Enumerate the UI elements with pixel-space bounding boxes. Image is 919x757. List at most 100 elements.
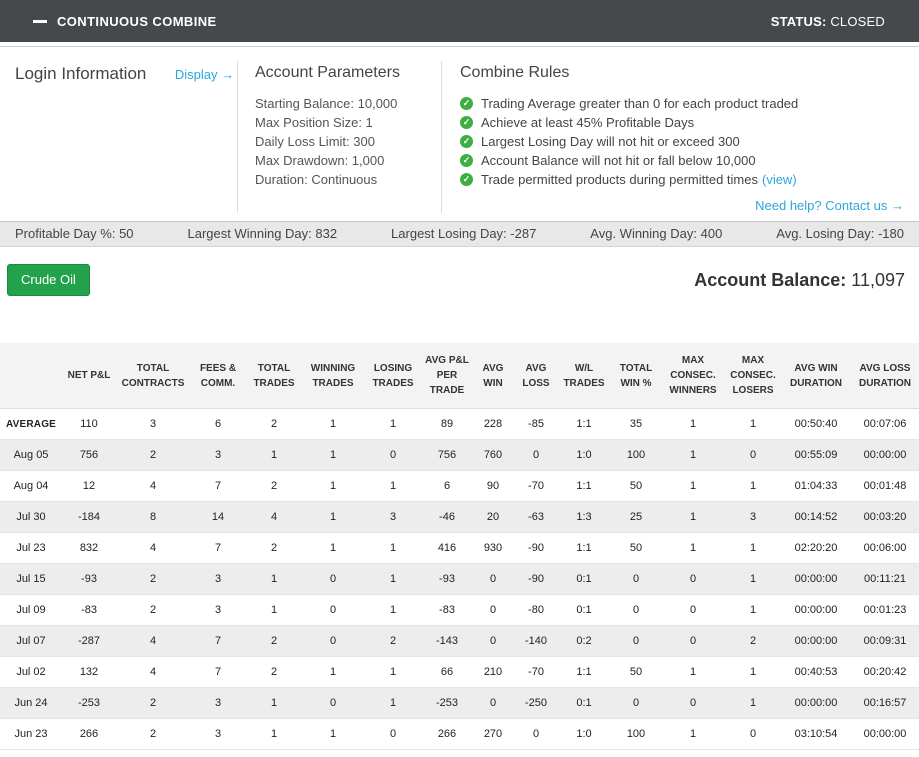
table-cell: 00:09:31 — [850, 626, 919, 657]
table-cell: 1 — [302, 533, 364, 564]
table-cell: 1 — [724, 564, 782, 595]
table-cell: 228 — [472, 409, 514, 440]
table-cell: 1 — [662, 502, 724, 533]
table-cell: 1 — [364, 657, 422, 688]
table-cell: 00:11:21 — [850, 564, 919, 595]
combine-rule-text: Trading Average greater than 0 for each … — [481, 94, 798, 113]
table-cell: 100 — [610, 440, 662, 471]
table-cell: 0 — [610, 688, 662, 719]
table-cell: 00:00:00 — [782, 626, 850, 657]
table-cell: 0 — [472, 626, 514, 657]
table-cell: 89 — [422, 409, 472, 440]
table-cell: -83 — [62, 595, 116, 626]
table-cell: 66 — [422, 657, 472, 688]
column-header: AVG P&L PER TRADE — [422, 343, 472, 409]
table-cell: 0 — [724, 440, 782, 471]
combine-dashboard: CONTINUOUS COMBINE STATUS: CLOSED Login … — [0, 0, 919, 750]
table-cell: 1:3 — [558, 502, 610, 533]
table-cell: -184 — [62, 502, 116, 533]
table-cell: -70 — [514, 657, 558, 688]
row-label: Jul 15 — [0, 564, 62, 595]
table-cell: 2 — [116, 595, 190, 626]
table-cell: 35 — [610, 409, 662, 440]
table-row: Aug 057562311075676001:01001000:55:0900:… — [0, 440, 919, 471]
table-cell: 1 — [246, 688, 302, 719]
table-cell: 416 — [422, 533, 472, 564]
table-cell: 00:20:42 — [850, 657, 919, 688]
login-information-section: Login Information Display → — [15, 61, 237, 213]
table-cell: 00:03:20 — [850, 502, 919, 533]
table-row: Jul 30-184814413-4620-631:3251300:14:520… — [0, 502, 919, 533]
table-cell: 4 — [116, 657, 190, 688]
stat-value: -287 — [510, 226, 536, 241]
column-header: TOTAL CONTRACTS — [116, 343, 190, 409]
combine-rule-item: ✓Account Balance will not hit or fall be… — [460, 151, 904, 170]
check-circle-icon: ✓ — [460, 97, 473, 110]
table-cell: 2 — [246, 626, 302, 657]
table-cell: 3 — [364, 502, 422, 533]
table-cell: 930 — [472, 533, 514, 564]
table-cell: -250 — [514, 688, 558, 719]
table-cell: 00:00:00 — [782, 564, 850, 595]
view-link[interactable]: (view) — [762, 170, 797, 189]
column-header: AVG LOSS — [514, 343, 558, 409]
stat-profitable-day-pct: Profitable Day %: 50 — [15, 226, 134, 241]
table-row: Jun 24-25323101-2530-2500:100100:00:0000… — [0, 688, 919, 719]
param-max-drawdown: Max Drawdown: 1,000 — [255, 151, 441, 170]
account-balance-label: Account Balance: — [694, 270, 846, 290]
column-header: W/L TRADES — [558, 343, 610, 409]
table-cell: 7 — [190, 626, 246, 657]
column-header: TOTAL TRADES — [246, 343, 302, 409]
param-max-position-size: Max Position Size: 1 — [255, 113, 441, 132]
table-cell: 01:04:33 — [782, 471, 850, 502]
table-cell: 0 — [472, 564, 514, 595]
table-cell: 1:1 — [558, 533, 610, 564]
table-cell: -143 — [422, 626, 472, 657]
table-cell: 8 — [116, 502, 190, 533]
table-cell: 2 — [116, 719, 190, 750]
table-cell: 3 — [190, 719, 246, 750]
check-circle-icon: ✓ — [460, 154, 473, 167]
combine-rule-item: ✓Largest Losing Day will not hit or exce… — [460, 132, 904, 151]
table-cell: 50 — [610, 657, 662, 688]
table-cell: 1 — [364, 595, 422, 626]
table-row: Jun 232662311026627001:01001003:10:5400:… — [0, 719, 919, 750]
product-tab-crude-oil[interactable]: Crude Oil — [7, 264, 90, 296]
table-cell: 00:55:09 — [782, 440, 850, 471]
table-cell: 00:40:53 — [782, 657, 850, 688]
table-cell: 1 — [662, 657, 724, 688]
stat-label: Avg. Winning Day: — [590, 226, 697, 241]
table-cell: 1 — [302, 719, 364, 750]
table-cell: 3 — [190, 688, 246, 719]
table-cell: 1 — [364, 564, 422, 595]
table-cell: 0 — [302, 595, 364, 626]
table-cell: 1 — [724, 595, 782, 626]
minimize-icon[interactable] — [33, 20, 47, 23]
table-cell: 2 — [724, 626, 782, 657]
contact-us-link[interactable]: Need help? Contact us → — [755, 198, 904, 213]
row-label: Aug 04 — [0, 471, 62, 502]
table-cell: 0 — [472, 595, 514, 626]
table-cell: 1 — [246, 564, 302, 595]
table-cell: 0 — [302, 626, 364, 657]
display-link[interactable]: Display → — [175, 67, 234, 82]
row-label: Jul 23 — [0, 533, 62, 564]
stat-avg-losing-day: Avg. Losing Day: -180 — [776, 226, 904, 241]
table-cell: 0:1 — [558, 595, 610, 626]
table-cell: 0 — [662, 626, 724, 657]
table-cell: 50 — [610, 533, 662, 564]
stat-label: Largest Winning Day: — [187, 226, 311, 241]
status-badge: STATUS: CLOSED — [771, 14, 885, 29]
stat-largest-winning-day: Largest Winning Day: 832 — [187, 226, 337, 241]
check-circle-icon: ✓ — [460, 116, 473, 129]
status-label: STATUS: — [771, 14, 827, 29]
login-information-title: Login Information — [15, 64, 146, 83]
table-cell: 00:01:23 — [850, 595, 919, 626]
row-label: Jul 09 — [0, 595, 62, 626]
table-cell: 0 — [610, 564, 662, 595]
stat-value: 832 — [315, 226, 337, 241]
table-cell: 1 — [724, 688, 782, 719]
table-cell: 0:1 — [558, 688, 610, 719]
table-cell: 0:2 — [558, 626, 610, 657]
table-cell: 02:20:20 — [782, 533, 850, 564]
